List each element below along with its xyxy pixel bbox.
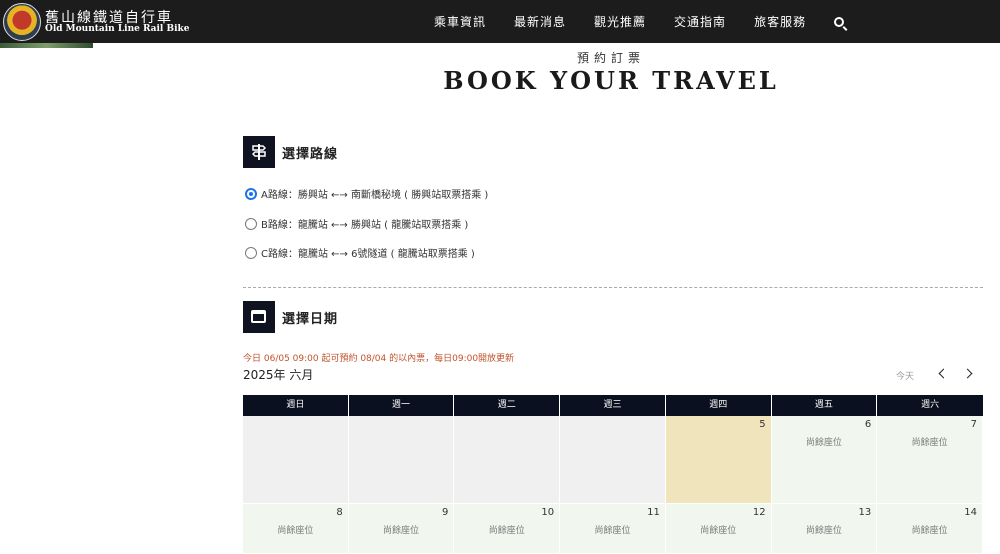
route-option-c[interactable]: C路線：龍騰站 ←→ 6號隧道 ( 龍騰站取票搭乘 ) — [245, 245, 475, 260]
section-divider — [243, 287, 983, 288]
calendar-day-number: 12 — [752, 507, 766, 518]
calendar-day-number: 13 — [858, 507, 872, 518]
calendar-cell-empty — [560, 416, 666, 504]
calendar-week-row: 5 6 尚餘座位 7 尚餘座位 — [243, 416, 983, 504]
calendar-icon — [243, 301, 275, 333]
calendar-cell-empty — [348, 416, 455, 504]
route-a-radio[interactable] — [245, 187, 257, 200]
prev-month-button[interactable] — [935, 366, 949, 382]
signpost-icon — [243, 136, 275, 168]
search-icon[interactable] — [834, 16, 845, 27]
weekday-wed: 週三 — [560, 395, 666, 416]
calendar-day-number: 6 — [864, 419, 872, 430]
page-title: BOOK YOUR TRAVEL — [443, 66, 779, 95]
next-month-button[interactable] — [962, 366, 976, 382]
route-section-title: 選擇路線 — [282, 146, 339, 162]
weekday-fri: 週五 — [772, 395, 878, 416]
route-b-label[interactable]: B路線：龍騰站 ←→ 勝興站 ( 龍騰站取票搭乘 ) — [261, 216, 468, 231]
weekday-sat: 週六 — [921, 400, 940, 410]
seat-status: 尚餘座位 — [594, 526, 631, 536]
calendar-day-number: 11 — [647, 507, 660, 518]
weekday-thu: 週四 — [666, 395, 772, 416]
seat-status: 尚餘座位 — [911, 438, 948, 448]
calendar-cell-today[interactable]: 5 — [665, 416, 772, 504]
date-section-title: 選擇日期 — [282, 311, 339, 327]
chevron-right-icon — [962, 368, 973, 379]
chevron-left-icon — [938, 368, 949, 379]
route-option-b[interactable]: B路線：龍騰站 ←→ 勝興站 ( 龍騰站取票搭乘 ) — [245, 216, 468, 231]
top-navbar: 舊山線鐵道自行車 Old Mountain Line Rail Bike 乘車資… — [0, 0, 1000, 43]
calendar-month-label: 2025年 六月 — [243, 368, 314, 382]
calendar-cell[interactable]: 7 尚餘座位 — [877, 416, 983, 504]
route-b-radio[interactable] — [245, 217, 257, 230]
calendar-weekday-header: 週日 週一 週二 週三 週四 週五 週六 — [243, 395, 983, 416]
route-c-label[interactable]: C路線：龍騰站 ←→ 6號隧道 ( 龍騰站取票搭乘 ) — [261, 245, 475, 260]
route-section-header: 選擇路線 — [243, 136, 338, 168]
calendar-day-number: 8 — [336, 507, 343, 518]
nav-item-transport[interactable]: 交通指南 — [674, 13, 726, 30]
seat-status: 尚餘座位 — [488, 526, 525, 536]
page-subtitle: 預約訂票 — [576, 51, 645, 65]
seat-status: 尚餘座位 — [700, 526, 737, 536]
route-a-label[interactable]: A路線：勝興站 ←→ 南斷橋秘境 ( 勝興站取票搭乘 ) — [261, 186, 488, 201]
route-option-a[interactable]: A路線：勝興站 ←→ 南斷橋秘境 ( 勝興站取票搭乘 ) — [245, 186, 488, 201]
weekday-sun: 週日 — [243, 395, 349, 416]
brand-name-en[interactable]: Old Mountain Line Rail Bike — [45, 24, 189, 34]
calendar-day-number: 9 — [442, 507, 449, 518]
seat-status: 尚餘座位 — [805, 526, 842, 536]
seat-status: 尚餘座位 — [805, 438, 842, 448]
weekday-tue: 週二 — [454, 395, 561, 416]
nav-item-news[interactable]: 最新消息 — [514, 13, 566, 30]
brand-logo[interactable] — [3, 3, 41, 41]
calendar-cell-empty — [243, 416, 349, 504]
seat-status: 尚餘座位 — [383, 526, 420, 536]
nav-item-ride-info[interactable]: 乘車資訊 — [434, 13, 486, 30]
hero-image-strip — [0, 43, 93, 48]
weekday-mon: 週一 — [349, 395, 455, 416]
seat-status: 尚餘座位 — [277, 526, 314, 536]
calendar-day-number: 10 — [541, 507, 555, 518]
booking-notice: 今日 06/05 09:00 起可預約 08/04 的以內票，每日09:00開放… — [243, 354, 515, 364]
calendar-day-number: 14 — [964, 507, 977, 518]
today-button[interactable]: 今天 — [896, 369, 914, 382]
calendar-cell-empty — [454, 416, 561, 504]
seat-status: 尚餘座位 — [911, 526, 948, 536]
route-c-radio[interactable] — [245, 246, 257, 259]
nav-item-services[interactable]: 旅客服務 — [754, 13, 806, 30]
date-section-header: 選擇日期 — [243, 301, 338, 333]
main-nav: 乘車資訊 最新消息 觀光推薦 交通指南 旅客服務 — [420, 0, 845, 43]
calendar-cell[interactable]: 6 尚餘座位 — [771, 416, 878, 504]
nav-item-sightseeing[interactable]: 觀光推薦 — [594, 13, 646, 30]
calendar-day-number: 7 — [970, 419, 977, 430]
calendar-day-number: 5 — [759, 419, 766, 430]
booking-calendar: 週日 週一 週二 週三 週四 週五 週六 5 6 尚餘座位 7 尚餘座位 8 尚… — [243, 395, 983, 554]
